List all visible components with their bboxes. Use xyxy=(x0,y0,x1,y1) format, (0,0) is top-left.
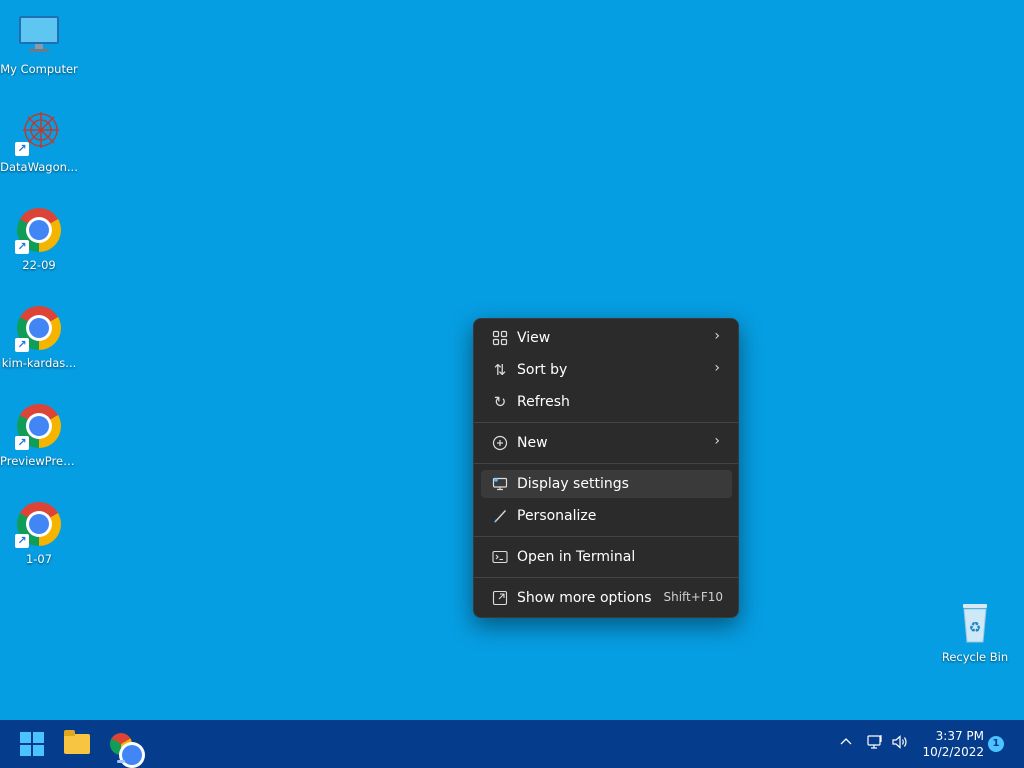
shortcut-arrow-icon: ↗ xyxy=(15,142,29,156)
shortcut-arrow-icon: ↗ xyxy=(15,534,29,548)
menu-item-label: Show more options xyxy=(517,590,652,606)
desktop-icon-label: 1-07 xyxy=(25,552,53,566)
shortcut-arrow-icon: ↗ xyxy=(15,338,29,352)
chrome-icon xyxy=(110,733,142,765)
display-icon xyxy=(490,474,510,494)
keyboard-shortcut: Shift+F10 xyxy=(663,590,723,604)
desktop-context-menu: View › ⇅ Sort by › ↻ Refresh New › Displ… xyxy=(473,318,739,618)
desktop-icon-label: 22-09 xyxy=(22,258,56,272)
folder-icon xyxy=(64,730,90,754)
datawagon-icon: ↗ xyxy=(15,108,63,156)
recycle-bin-icon: ♻ xyxy=(951,598,999,646)
desktop-icon-label: kim-kardas... xyxy=(1,356,77,370)
desktop-icon-label: PreviewPrev... xyxy=(0,454,78,468)
menu-item-personalize[interactable]: Personalize xyxy=(481,502,732,530)
chevron-up-icon xyxy=(838,734,854,754)
menu-item-open-in-terminal[interactable]: Open in Terminal xyxy=(481,543,732,571)
desktop-icon-datawagon[interactable]: ↗ DataWagon... xyxy=(0,104,78,186)
clock[interactable]: 3:37 PM 10/2/2022 xyxy=(914,728,984,760)
desktop-icon-kim-kardas[interactable]: ↗ kim-kardas... xyxy=(0,300,78,382)
menu-item-label: Personalize xyxy=(517,508,597,524)
monitor-icon xyxy=(15,10,63,58)
menu-item-label: Sort by xyxy=(517,362,568,378)
menu-separator xyxy=(474,536,738,537)
terminal-icon xyxy=(490,547,510,567)
sort-icon: ⇅ xyxy=(493,361,507,379)
menu-item-display-settings[interactable]: Display settings xyxy=(481,470,732,498)
shortcut-arrow-icon: ↗ xyxy=(15,436,29,450)
desktop-icon-22-09[interactable]: ↗ 22-09 xyxy=(0,202,78,284)
brush-icon xyxy=(490,506,510,526)
start-button[interactable] xyxy=(16,728,48,760)
menu-item-refresh[interactable]: ↻ Refresh xyxy=(481,388,732,416)
menu-separator xyxy=(474,422,738,423)
grid-view-icon xyxy=(490,328,510,348)
clock-date: 10/2/2022 xyxy=(922,745,984,759)
desktop-icon-label: DataWagon... xyxy=(0,160,78,174)
desktop-icon-label: My Computer xyxy=(0,62,78,76)
desktop-icon-recycle-bin[interactable]: ♻ Recycle Bin xyxy=(936,594,1014,676)
volume-icon xyxy=(891,733,909,755)
chevron-right-icon: › xyxy=(714,328,720,344)
taskbar-file-explorer[interactable] xyxy=(61,728,93,760)
menu-item-show-more-options[interactable]: Show more options Shift+F10 xyxy=(481,584,732,612)
menu-item-label: New xyxy=(517,435,548,451)
menu-item-label: View xyxy=(517,330,551,346)
active-app-indicator xyxy=(117,760,125,763)
desktop-icon-1-07[interactable]: ↗ 1-07 xyxy=(0,496,78,578)
volume-button[interactable] xyxy=(891,720,909,768)
tray-overflow-button[interactable] xyxy=(838,720,854,768)
windows-start-icon xyxy=(20,732,44,756)
network-icon xyxy=(866,733,884,755)
menu-item-label: Open in Terminal xyxy=(517,549,636,565)
taskbar-chrome[interactable] xyxy=(105,728,142,765)
desktop-icon-previewprev[interactable]: ↗ PreviewPrev... xyxy=(0,398,78,480)
refresh-icon: ↻ xyxy=(493,393,507,411)
menu-item-sort-by[interactable]: ⇅ Sort by › xyxy=(481,356,732,384)
taskbar: 3:37 PM 10/2/2022 xyxy=(0,720,1024,768)
menu-item-view[interactable]: View › xyxy=(481,324,732,352)
chevron-right-icon: › xyxy=(714,433,720,449)
desktop-icon-my-computer[interactable]: My Computer xyxy=(0,6,78,88)
menu-item-label: Display settings xyxy=(517,476,629,492)
shortcut-arrow-icon: ↗ xyxy=(15,240,29,254)
plus-circle-icon xyxy=(490,433,510,453)
desktop-icon-label: Recycle Bin xyxy=(941,650,1009,664)
svg-text:♻: ♻ xyxy=(969,620,982,636)
menu-item-label: Refresh xyxy=(517,394,570,410)
network-button[interactable] xyxy=(866,720,884,768)
menu-separator xyxy=(474,577,738,578)
menu-item-new[interactable]: New › xyxy=(481,429,732,457)
notification-badge[interactable]: 1 xyxy=(988,736,1004,752)
chevron-right-icon: › xyxy=(714,360,720,376)
clock-time: 3:37 PM xyxy=(935,729,984,743)
menu-separator xyxy=(474,463,738,464)
more-options-icon xyxy=(490,588,510,608)
